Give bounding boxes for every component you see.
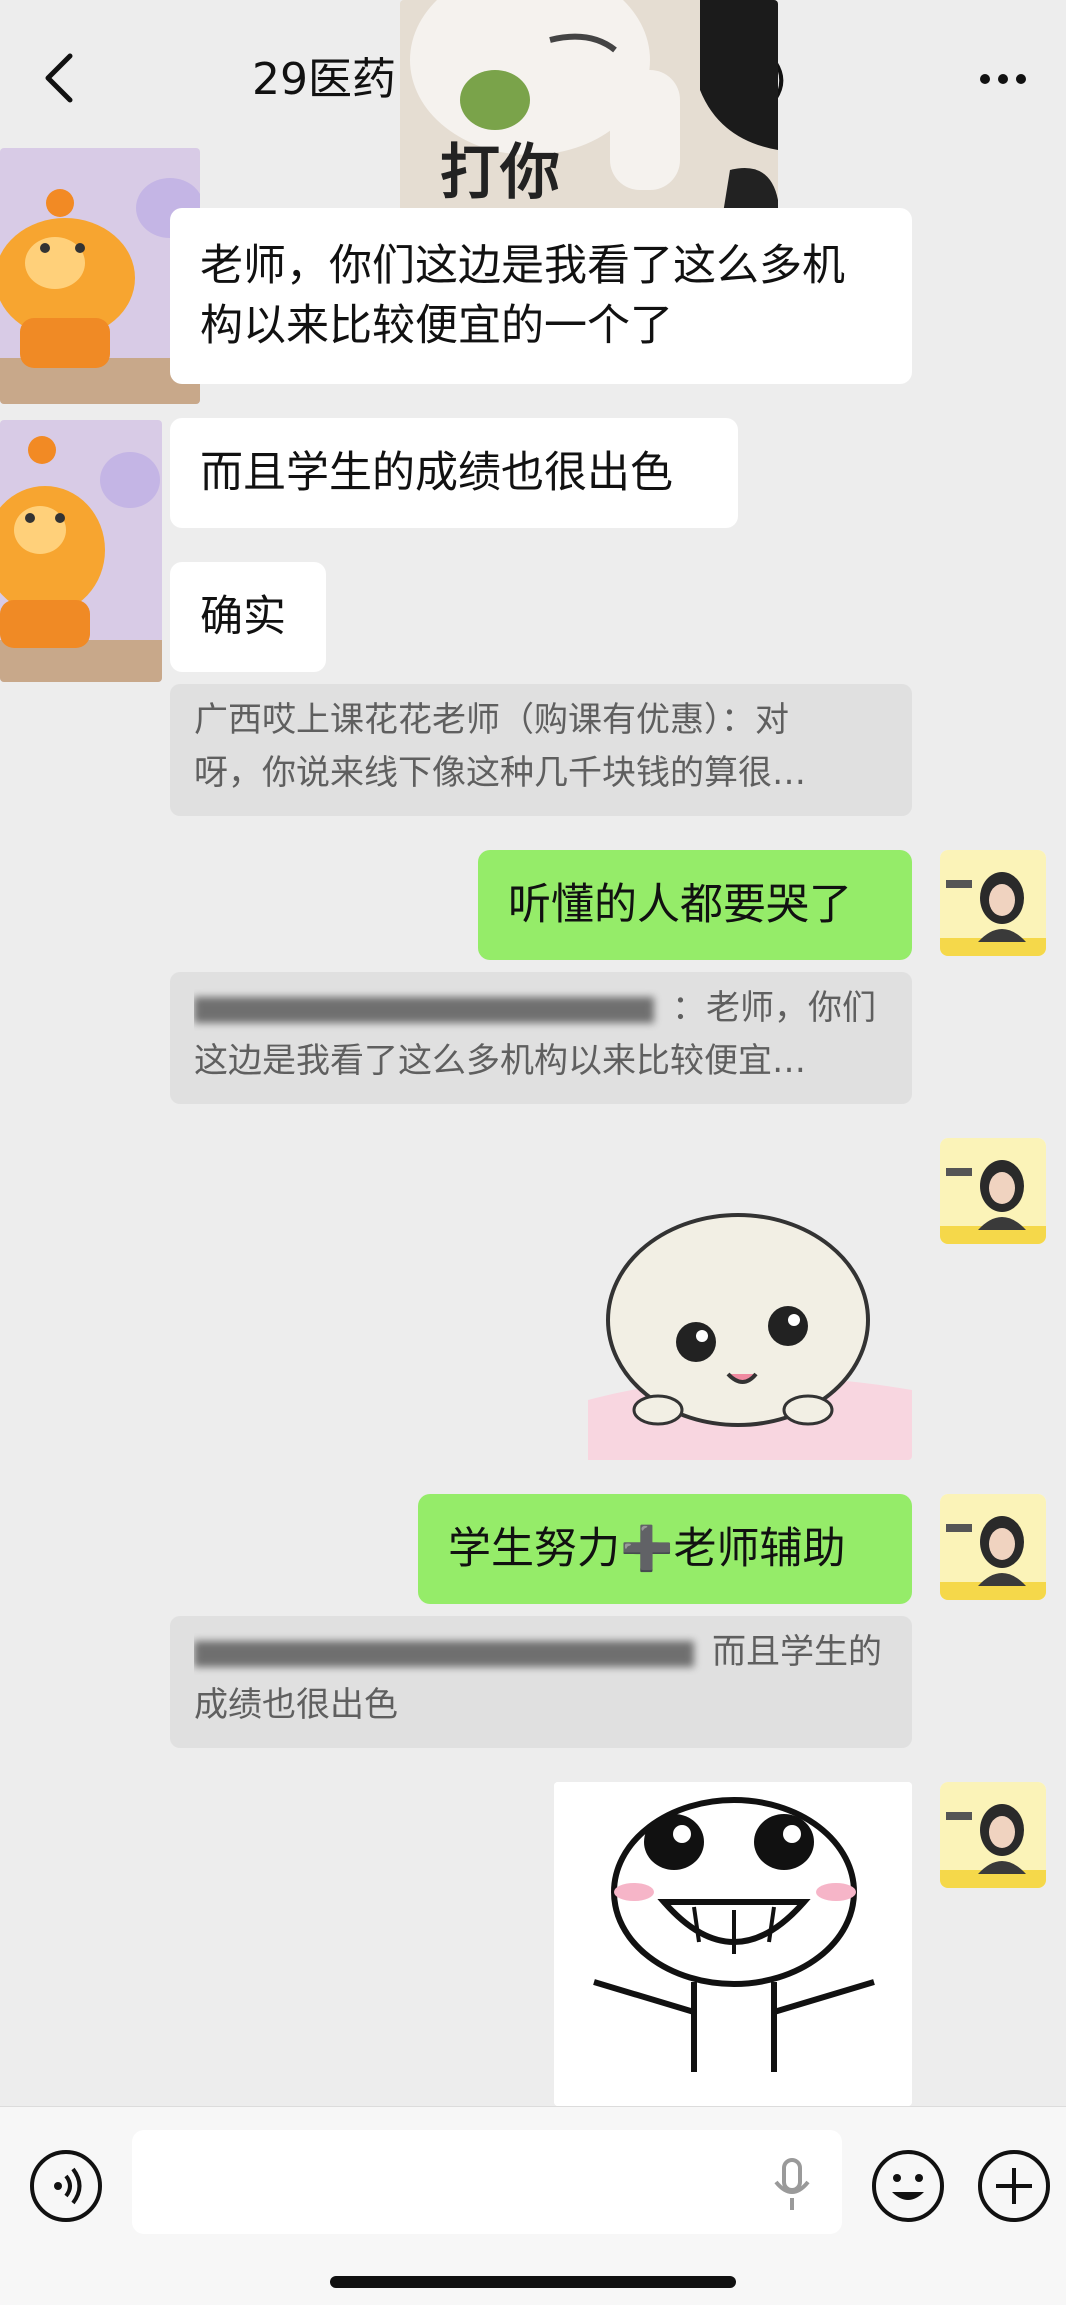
orange-mascot-icon	[0, 420, 162, 682]
message-bubble-sent[interactable]: 学生努力➕老师辅助	[418, 1494, 912, 1604]
message-text: 学生努力➕老师辅助	[448, 1524, 846, 1574]
quoted-message[interactable]: 而且学生的 成绩也很出色	[170, 1616, 912, 1748]
message-text: 听懂的人都要哭了	[508, 880, 852, 930]
my-avatar[interactable]	[940, 1138, 1046, 1244]
home-indicator	[330, 2276, 736, 2288]
quoted-message[interactable]: ：老师，你们 这边是我看了这么多机构以来比较便宜…	[170, 972, 912, 1104]
my-avatar[interactable]	[940, 1782, 1046, 1888]
message-bubble-received[interactable]: 老师，你们这边是我看了这么多机 构以来比较便宜的一个了	[170, 208, 912, 384]
redacted-name	[194, 996, 654, 1023]
chat-title: 29医药	[252, 54, 396, 105]
message-line: 构以来比较便宜的一个了	[200, 301, 673, 351]
grin-sticker-art	[554, 1782, 912, 2106]
quote-line-text: ：老师，你们	[672, 988, 876, 1028]
message-text: 确实	[200, 592, 286, 642]
quote-line-text: 而且学生的	[712, 1632, 882, 1672]
my-avatar[interactable]	[940, 850, 1046, 956]
teacher-avatar-icon	[940, 1494, 1046, 1600]
teacher-avatar-icon	[940, 1782, 1046, 1888]
message-input[interactable]	[132, 2130, 842, 2234]
teacher-avatar-icon	[940, 850, 1046, 956]
message-bubble-received[interactable]: 确实	[170, 562, 326, 672]
emoji-icon[interactable]	[870, 2148, 946, 2224]
hamster-sticker[interactable]	[578, 1160, 912, 1460]
message-bubble-sent[interactable]: 听懂的人都要哭了	[478, 850, 912, 960]
quote-line: 成绩也很出色	[194, 1685, 398, 1725]
quoted-message[interactable]: 广西哎上课花花老师（购课有优惠）：对 呀，你说来线下像这种几千块钱的算很…	[170, 684, 912, 816]
quote-line: 而且学生的	[194, 1626, 888, 1679]
sender-avatar-mascot[interactable]	[0, 420, 162, 682]
quote-line: 呀，你说来线下像这种几千块钱的算很…	[194, 753, 806, 793]
sticker-caption: 打你	[440, 138, 560, 208]
teacher-avatar-icon	[940, 1138, 1046, 1244]
back-chevron-icon[interactable]	[40, 50, 80, 106]
voice-icon[interactable]	[28, 2148, 104, 2224]
plus-icon[interactable]	[976, 2148, 1052, 2224]
grin-sticker[interactable]	[554, 1782, 912, 2106]
quote-line: ：老师，你们	[194, 982, 888, 1035]
message-text: 而且学生的成绩也很出色	[200, 448, 673, 498]
quote-line: 这边是我看了这么多机构以来比较便宜…	[194, 1041, 806, 1081]
redacted-name	[194, 1640, 694, 1667]
more-dots-icon[interactable]	[978, 66, 1028, 92]
message-bubble-received[interactable]: 而且学生的成绩也很出色	[170, 418, 738, 528]
quote-line: 广西哎上课花花老师（购课有优惠）：对	[194, 700, 789, 740]
my-avatar[interactable]	[940, 1494, 1046, 1600]
cow-sticker[interactable]: 打你	[400, 0, 778, 232]
hamster-sticker-art	[578, 1160, 912, 1460]
microphone-icon[interactable]	[772, 2156, 812, 2212]
message-line: 老师，你们这边是我看了这么多机	[200, 241, 845, 291]
